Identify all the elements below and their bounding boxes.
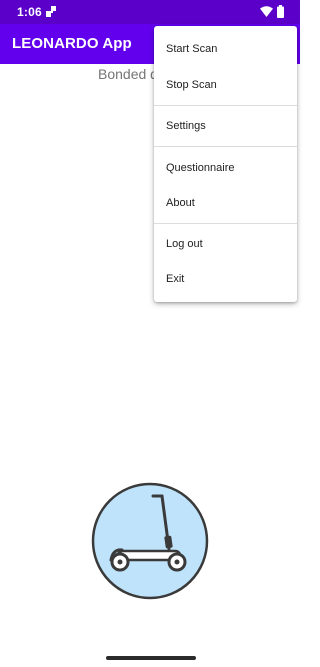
menu-divider	[154, 223, 297, 224]
menu-item-settings[interactable]: Settings	[154, 111, 297, 141]
battery-icon	[277, 5, 284, 18]
bonded-devices-label: Bonded d	[98, 66, 158, 82]
menu-item-log-out[interactable]: Log out	[154, 229, 297, 259]
menu-divider	[154, 105, 297, 106]
menu-divider	[154, 146, 297, 147]
menu-item-about[interactable]: About	[154, 188, 297, 218]
overflow-menu: Start Scan Stop Scan Settings Questionna…	[154, 26, 297, 302]
status-time: 1:06	[17, 5, 42, 19]
menu-item-exit[interactable]: Exit	[154, 264, 297, 294]
status-bar: 1:06	[0, 0, 300, 24]
menu-item-start-scan[interactable]: Start Scan	[154, 34, 297, 64]
notification-icon	[46, 6, 56, 17]
menu-item-stop-scan[interactable]: Stop Scan	[154, 70, 297, 100]
wifi-icon	[260, 6, 273, 17]
scooter-icon	[91, 482, 209, 600]
app-title: LEONARDO App	[12, 35, 132, 52]
home-indicator[interactable]	[106, 656, 196, 660]
menu-item-questionnaire[interactable]: Questionnaire	[154, 153, 297, 183]
